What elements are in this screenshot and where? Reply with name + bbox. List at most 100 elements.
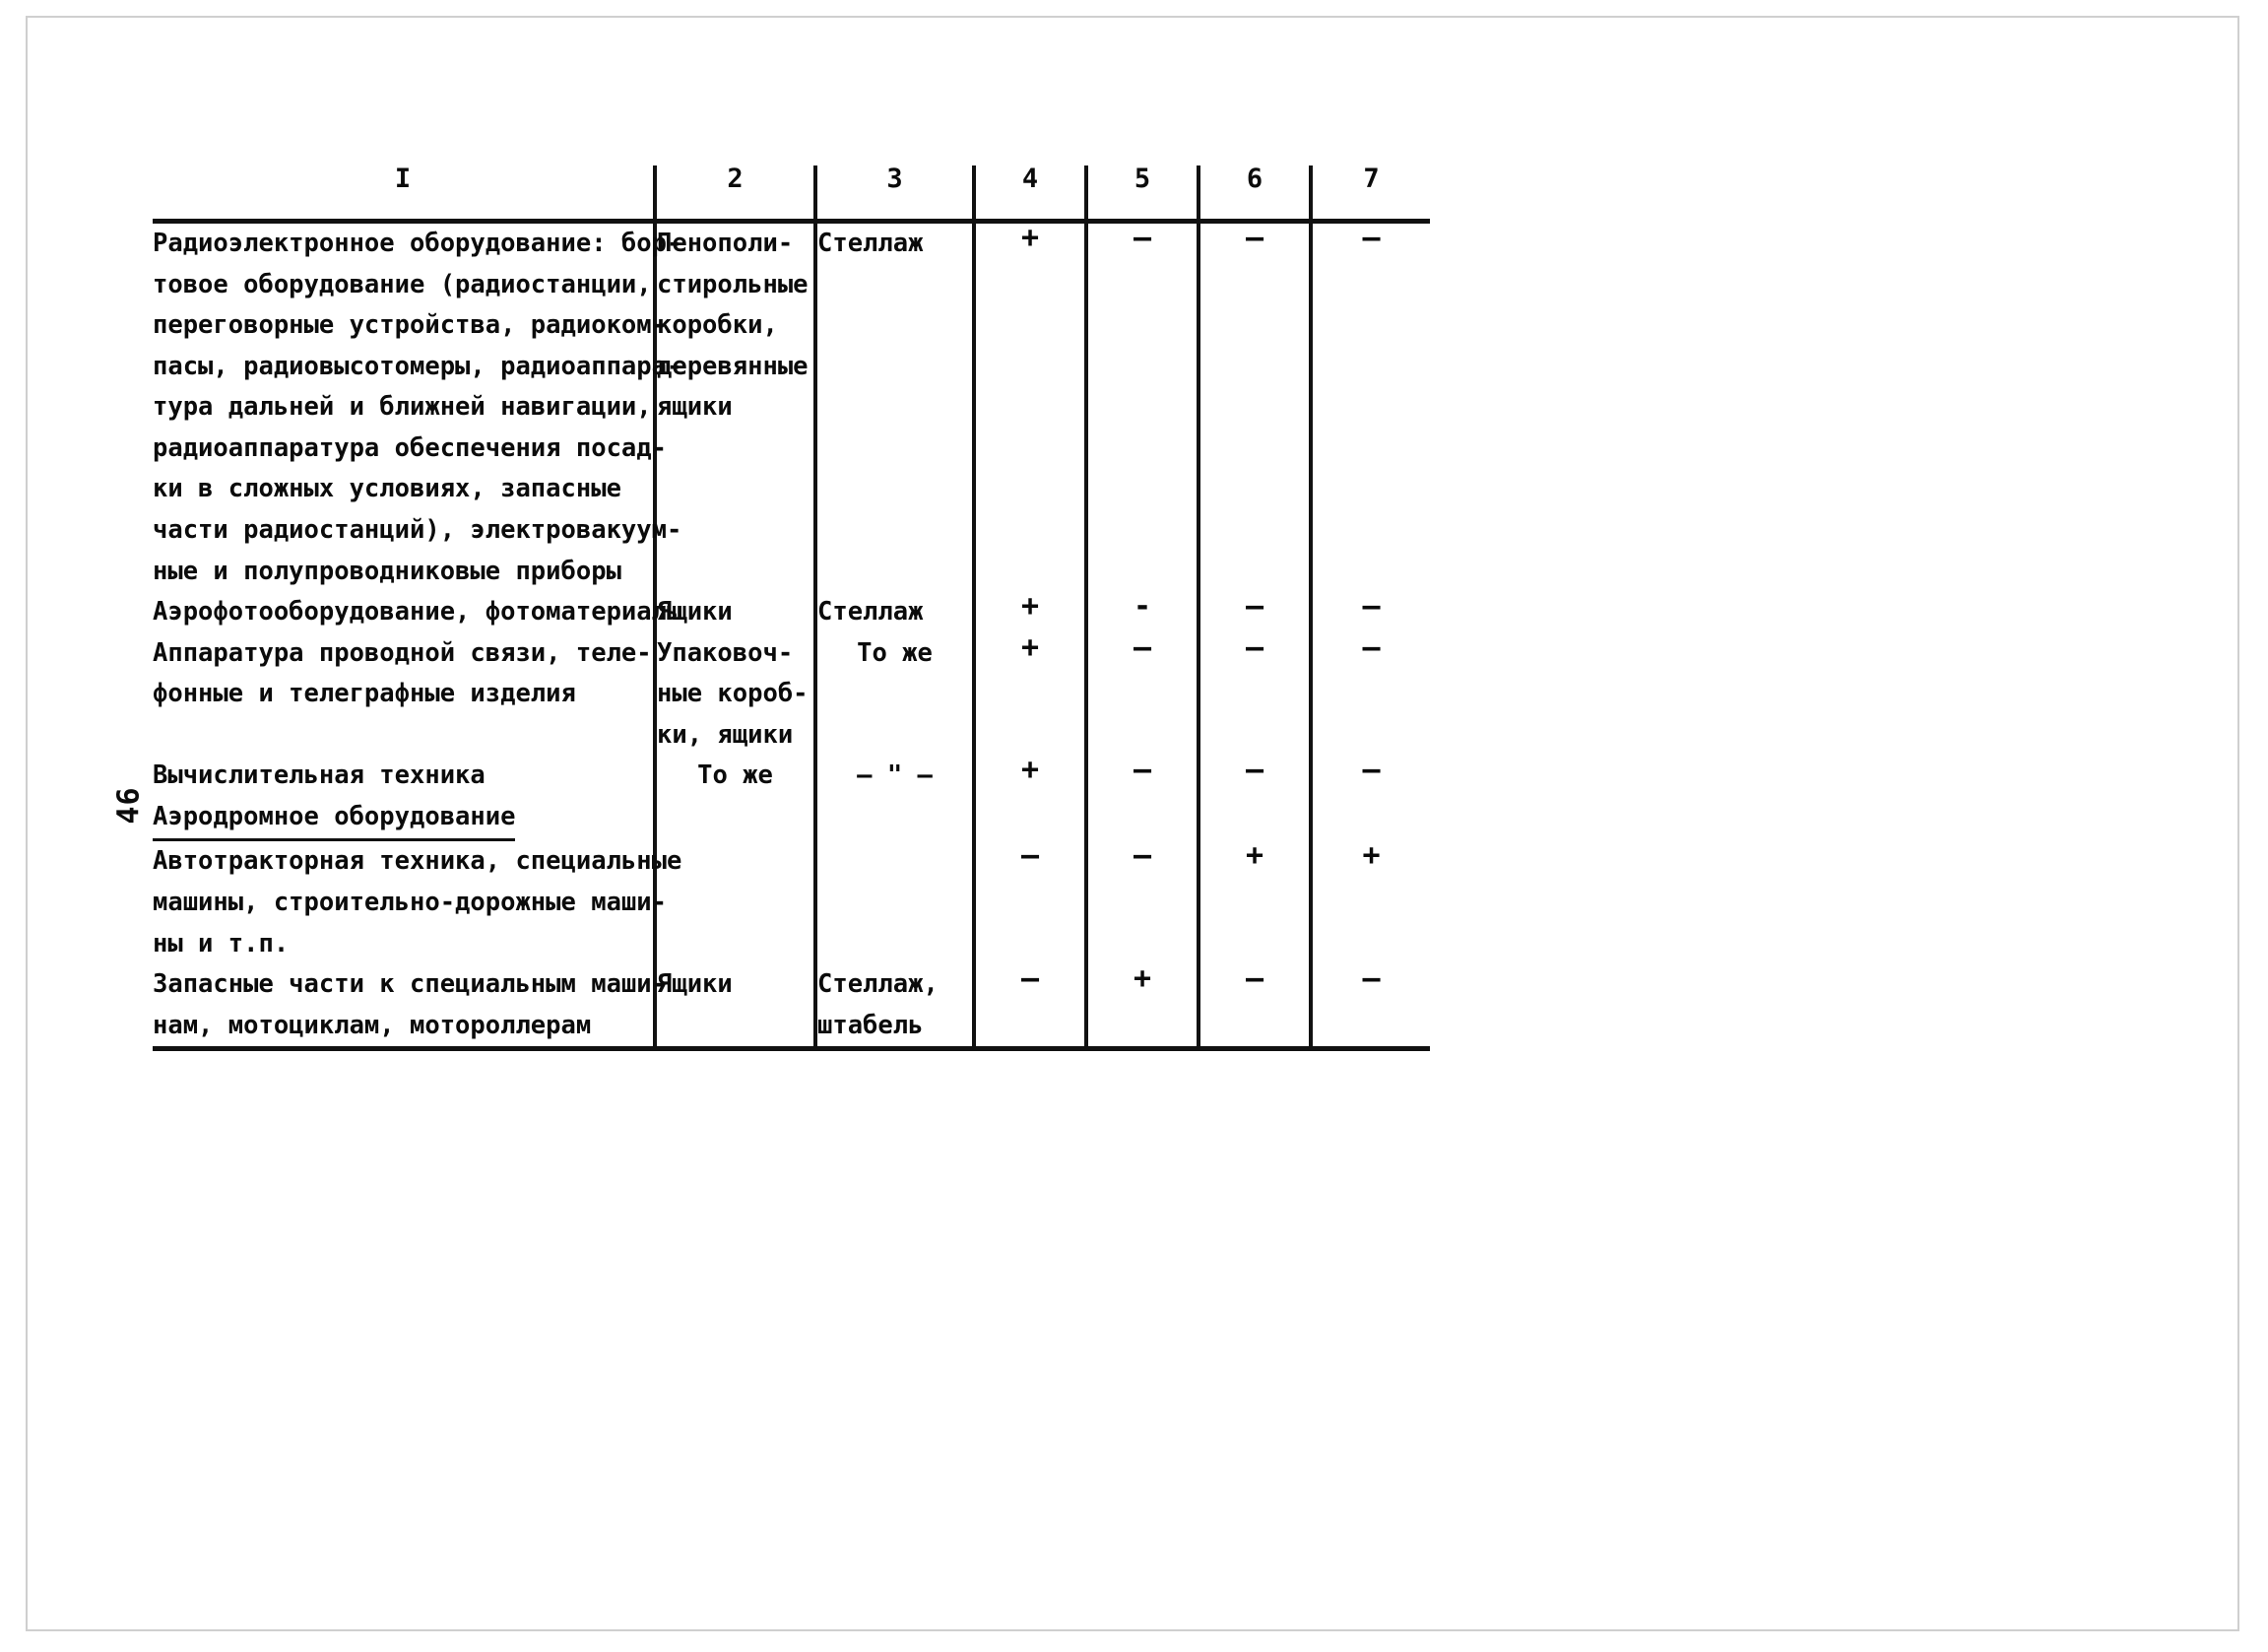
cell-condition-4: +: [972, 219, 1086, 593]
cell-text-line: То же: [857, 637, 933, 668]
cell-text-line: радиоаппаратура обеспечения посад-: [153, 432, 667, 463]
cell-text-line: Радиоэлектронное оборудование: бор-: [153, 229, 682, 258]
cell-storage-method: Стеллаж: [813, 592, 974, 633]
cell-condition-5: –: [1084, 841, 1199, 965]
cell-condition-6: +: [1197, 841, 1311, 965]
cell-equipment-name: Аэродромное оборудование: [153, 797, 655, 842]
document-page: 46 I 2 3 4 5 6 7 Радиоэлектронное оборуд…: [0, 0, 2268, 1652]
cell-condition-4: –: [972, 964, 1086, 1052]
cell-condition-5: -: [1084, 592, 1199, 633]
cell-text-line: Ящики: [657, 597, 733, 628]
cell-condition-6: –: [1197, 632, 1311, 757]
column-header-1: I: [394, 164, 412, 194]
cell-text-line: товое оборудование (радиостанции,: [153, 269, 652, 299]
table-row: Вычислительная техника То же – " – + – – –: [153, 756, 1430, 797]
table-header-row: I 2 3 4 5 6 7: [153, 165, 1430, 222]
cell-text-line: Стеллаж,: [817, 969, 939, 1000]
cell-equipment-name: Вычислительная техника: [153, 756, 655, 797]
cell-condition-4: +: [972, 756, 1086, 797]
cell-storage-method: [813, 796, 974, 842]
cell-text-line: Запасные части к специальным маши-: [153, 969, 667, 1000]
cell-equipment-name: Автотракторная техника, специальные машин…: [153, 841, 682, 964]
column-header-2: 2: [653, 165, 815, 222]
table-row: Аппаратура проводной связи, теле-фонные …: [153, 632, 1430, 757]
table-row: Аэродромное оборудование: [153, 796, 1430, 842]
cell-text-line: нам, мотоциклам, мотороллерам: [153, 1010, 592, 1040]
cell-storage-method: Стеллаж, штабель: [813, 964, 974, 1052]
cell-packaging-type: Ящики: [653, 964, 815, 1052]
cell-condition-4: [972, 796, 1086, 842]
cell-text-line: пасы, радиовысотомеры, радиоаппара-: [153, 351, 682, 381]
table-header: I 2 3 4 5 6 7: [153, 165, 1430, 222]
cell-text-line: Стеллаж: [817, 597, 924, 628]
table-row: Запасные части к специальным маши-нам, м…: [153, 964, 1430, 1052]
cell-equipment-name: Радиоэлектронное оборудование: бор-товое…: [153, 219, 682, 593]
cell-storage-method: – " –: [813, 756, 974, 797]
cell-condition-5: –: [1084, 219, 1199, 593]
cell-condition-7: +: [1309, 841, 1430, 965]
cell-condition-7: –: [1309, 964, 1430, 1052]
cell-packaging-type: Упаковоч-ные короб-ки, ящики: [653, 632, 815, 757]
cell-text-line: ные и полупроводниковые приборы: [153, 556, 621, 586]
cell-text-line: штабель: [817, 1010, 924, 1040]
cell-text-line: Аэрофотооборудование, фотоматериалы: [153, 597, 682, 628]
cell-condition-5: [1084, 796, 1199, 842]
cell-packaging-type: То же: [653, 756, 815, 797]
cell-text-line: Упаковоч-: [657, 637, 794, 668]
cell-text-line: ные короб-: [657, 679, 809, 709]
cell-storage-method: Стеллаж: [813, 219, 974, 593]
cell-condition-7: –: [1309, 219, 1430, 593]
column-header-3: 3: [813, 165, 974, 222]
cell-text-line: машины, строительно-дорожные маши-: [153, 888, 667, 917]
column-header-5: 5: [1084, 165, 1199, 222]
cell-condition-5: –: [1084, 756, 1199, 797]
column-header-7: 7: [1309, 165, 1430, 222]
cell-condition-7: –: [1309, 632, 1430, 757]
cell-condition-7: –: [1309, 756, 1430, 797]
cell-text-line: фонные и телеграфные изделия: [153, 679, 576, 709]
cell-text-line: ки, ящики: [657, 719, 794, 750]
column-header-6: 6: [1197, 165, 1311, 222]
cell-text-line: ны и т.п.: [153, 928, 290, 958]
cell-text-line: Автотракторная техника, специальные: [153, 846, 682, 877]
cell-equipment-name: Запасные части к специальным маши-нам, м…: [153, 964, 667, 1052]
cell-condition-6: –: [1197, 964, 1311, 1052]
cell-text-line: Ящики: [657, 969, 733, 1000]
cell-condition-6: –: [1197, 219, 1311, 593]
cell-packaging-type: [653, 796, 815, 842]
cell-condition-6: –: [1197, 592, 1311, 633]
cell-condition-7: –: [1309, 592, 1430, 633]
page-number: 46: [111, 786, 147, 825]
cell-condition-7: [1309, 796, 1430, 842]
table-row: Радиоэлектронное оборудование: бор-товое…: [153, 219, 1430, 593]
cell-storage-method: То же: [813, 632, 974, 757]
cell-condition-4: +: [972, 632, 1086, 757]
cell-text-line: – " –: [857, 760, 933, 791]
data-table-container: I 2 3 4 5 6 7 Радиоэлектронное оборудова…: [153, 165, 1430, 1052]
cell-text-line: части радиостанций), электровакуум-: [153, 514, 682, 545]
cell-text-line: Стеллаж: [817, 229, 924, 258]
cell-text-line: ящики: [657, 392, 733, 423]
equipment-storage-table: I 2 3 4 5 6 7 Радиоэлектронное оборудова…: [153, 165, 1430, 1052]
cell-text-line: стирольные: [657, 269, 809, 299]
cell-packaging-type: Ящики: [653, 592, 815, 633]
column-header-4: 4: [972, 165, 1086, 222]
cell-text-line: Пенополи-: [657, 229, 794, 258]
cell-text-line: Вычислительная техника: [153, 760, 486, 791]
cell-condition-5: +: [1084, 964, 1199, 1052]
cell-text-line: Аэродромное оборудование: [153, 797, 653, 842]
cell-equipment-name: Аппаратура проводной связи, теле-фонные …: [153, 633, 655, 757]
cell-text-line: коробки,: [657, 310, 778, 341]
table-row: Автотракторная техника, специальные машин…: [153, 841, 1430, 965]
cell-text-line: переговорные устройства, радиоком-: [153, 310, 667, 341]
cell-storage-method: [813, 841, 974, 965]
cell-condition-6: [1197, 796, 1311, 842]
cell-condition-4: +: [972, 592, 1086, 633]
cell-equipment-name: Аэрофотооборудование, фотоматериалы: [153, 592, 682, 633]
underlined-subheading: Аэродромное оборудование: [153, 797, 516, 842]
cell-text-line: деревянные: [657, 351, 809, 381]
cell-text-line: ки в сложных условиях, запасные: [153, 474, 621, 504]
cell-text-line: Аппаратура проводной связи, теле-: [153, 637, 652, 668]
table-body: Радиоэлектронное оборудование: бор-товое…: [153, 219, 1430, 1052]
cell-text-line: тура дальней и ближней навигации,: [153, 392, 652, 423]
